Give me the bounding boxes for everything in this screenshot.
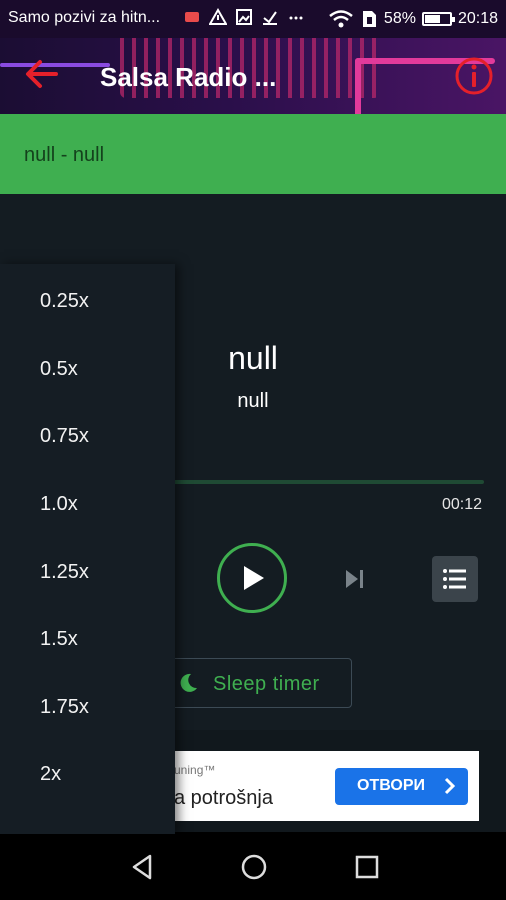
ad-top-text: uning™: [174, 763, 216, 777]
speed-option[interactable]: 1.5x: [40, 628, 160, 664]
status-bar: Samo pozivi za hitn... 58% 20:18: [0, 0, 506, 38]
play-button[interactable]: [217, 543, 287, 613]
speed-option[interactable]: 0.5x: [40, 358, 160, 394]
speed-option[interactable]: 0.25x: [40, 290, 160, 326]
ad-open-button[interactable]: ОТВОРИ: [335, 768, 468, 805]
ad-banner[interactable]: uning™ a potrošnja ОТВОРИ: [174, 751, 479, 821]
speed-option[interactable]: 1.25x: [40, 561, 160, 597]
sleep-timer-button[interactable]: Sleep timer: [162, 658, 352, 708]
more-icon: [289, 16, 303, 20]
battery-percent: 58%: [383, 10, 416, 27]
recents-square-icon[interactable]: [352, 852, 382, 882]
info-icon[interactable]: [454, 56, 494, 96]
elapsed-time: 00:12: [441, 496, 482, 513]
sim-icon: [362, 11, 376, 27]
home-circle-icon[interactable]: [239, 852, 269, 882]
messages-icon: [185, 12, 199, 22]
chevron-right-icon: [444, 777, 456, 795]
back-arrow-icon[interactable]: [22, 54, 62, 94]
speed-option[interactable]: 0.75x: [40, 425, 160, 461]
decorative-neon: [355, 58, 361, 114]
battery-level: [424, 15, 441, 23]
app-bar: Salsa Radio ...: [0, 38, 506, 114]
page-title: Salsa Radio ...: [100, 62, 277, 92]
status-time: 20:18: [457, 10, 498, 27]
now-playing-banner: null - null: [0, 114, 506, 194]
battery-icon: [421, 12, 455, 26]
system-nav-bar: [0, 832, 506, 900]
play-icon: [244, 566, 264, 590]
wifi-icon: [329, 10, 353, 28]
download-icon: [263, 11, 277, 25]
image-icon: [236, 9, 252, 25]
sleep-timer-label: Sleep timer: [213, 673, 320, 695]
warning-icon: [209, 8, 227, 25]
ad-open-label: ОТВОРИ: [357, 777, 425, 794]
playlist-button[interactable]: [432, 556, 478, 602]
playback-speed-menu: 0.25x 0.5x 0.75x 1.0x 1.25x 1.5x 1.75x 2…: [0, 264, 175, 834]
status-right: 58% 20:18: [328, 9, 498, 29]
speed-option[interactable]: 1.0x: [40, 493, 160, 529]
speed-option[interactable]: 1.75x: [40, 696, 160, 732]
status-icons: [183, 8, 305, 26]
speed-option[interactable]: 2x: [40, 763, 160, 799]
back-triangle-icon[interactable]: [128, 852, 158, 882]
next-icon[interactable]: [342, 566, 368, 592]
list-icon: [443, 569, 466, 589]
status-carrier: Samo pozivi za hitn...: [8, 9, 161, 26]
moon-icon: [180, 673, 197, 692]
now-playing-text: null - null: [24, 144, 105, 166]
ad-main-text: a potrošnja: [174, 787, 273, 809]
